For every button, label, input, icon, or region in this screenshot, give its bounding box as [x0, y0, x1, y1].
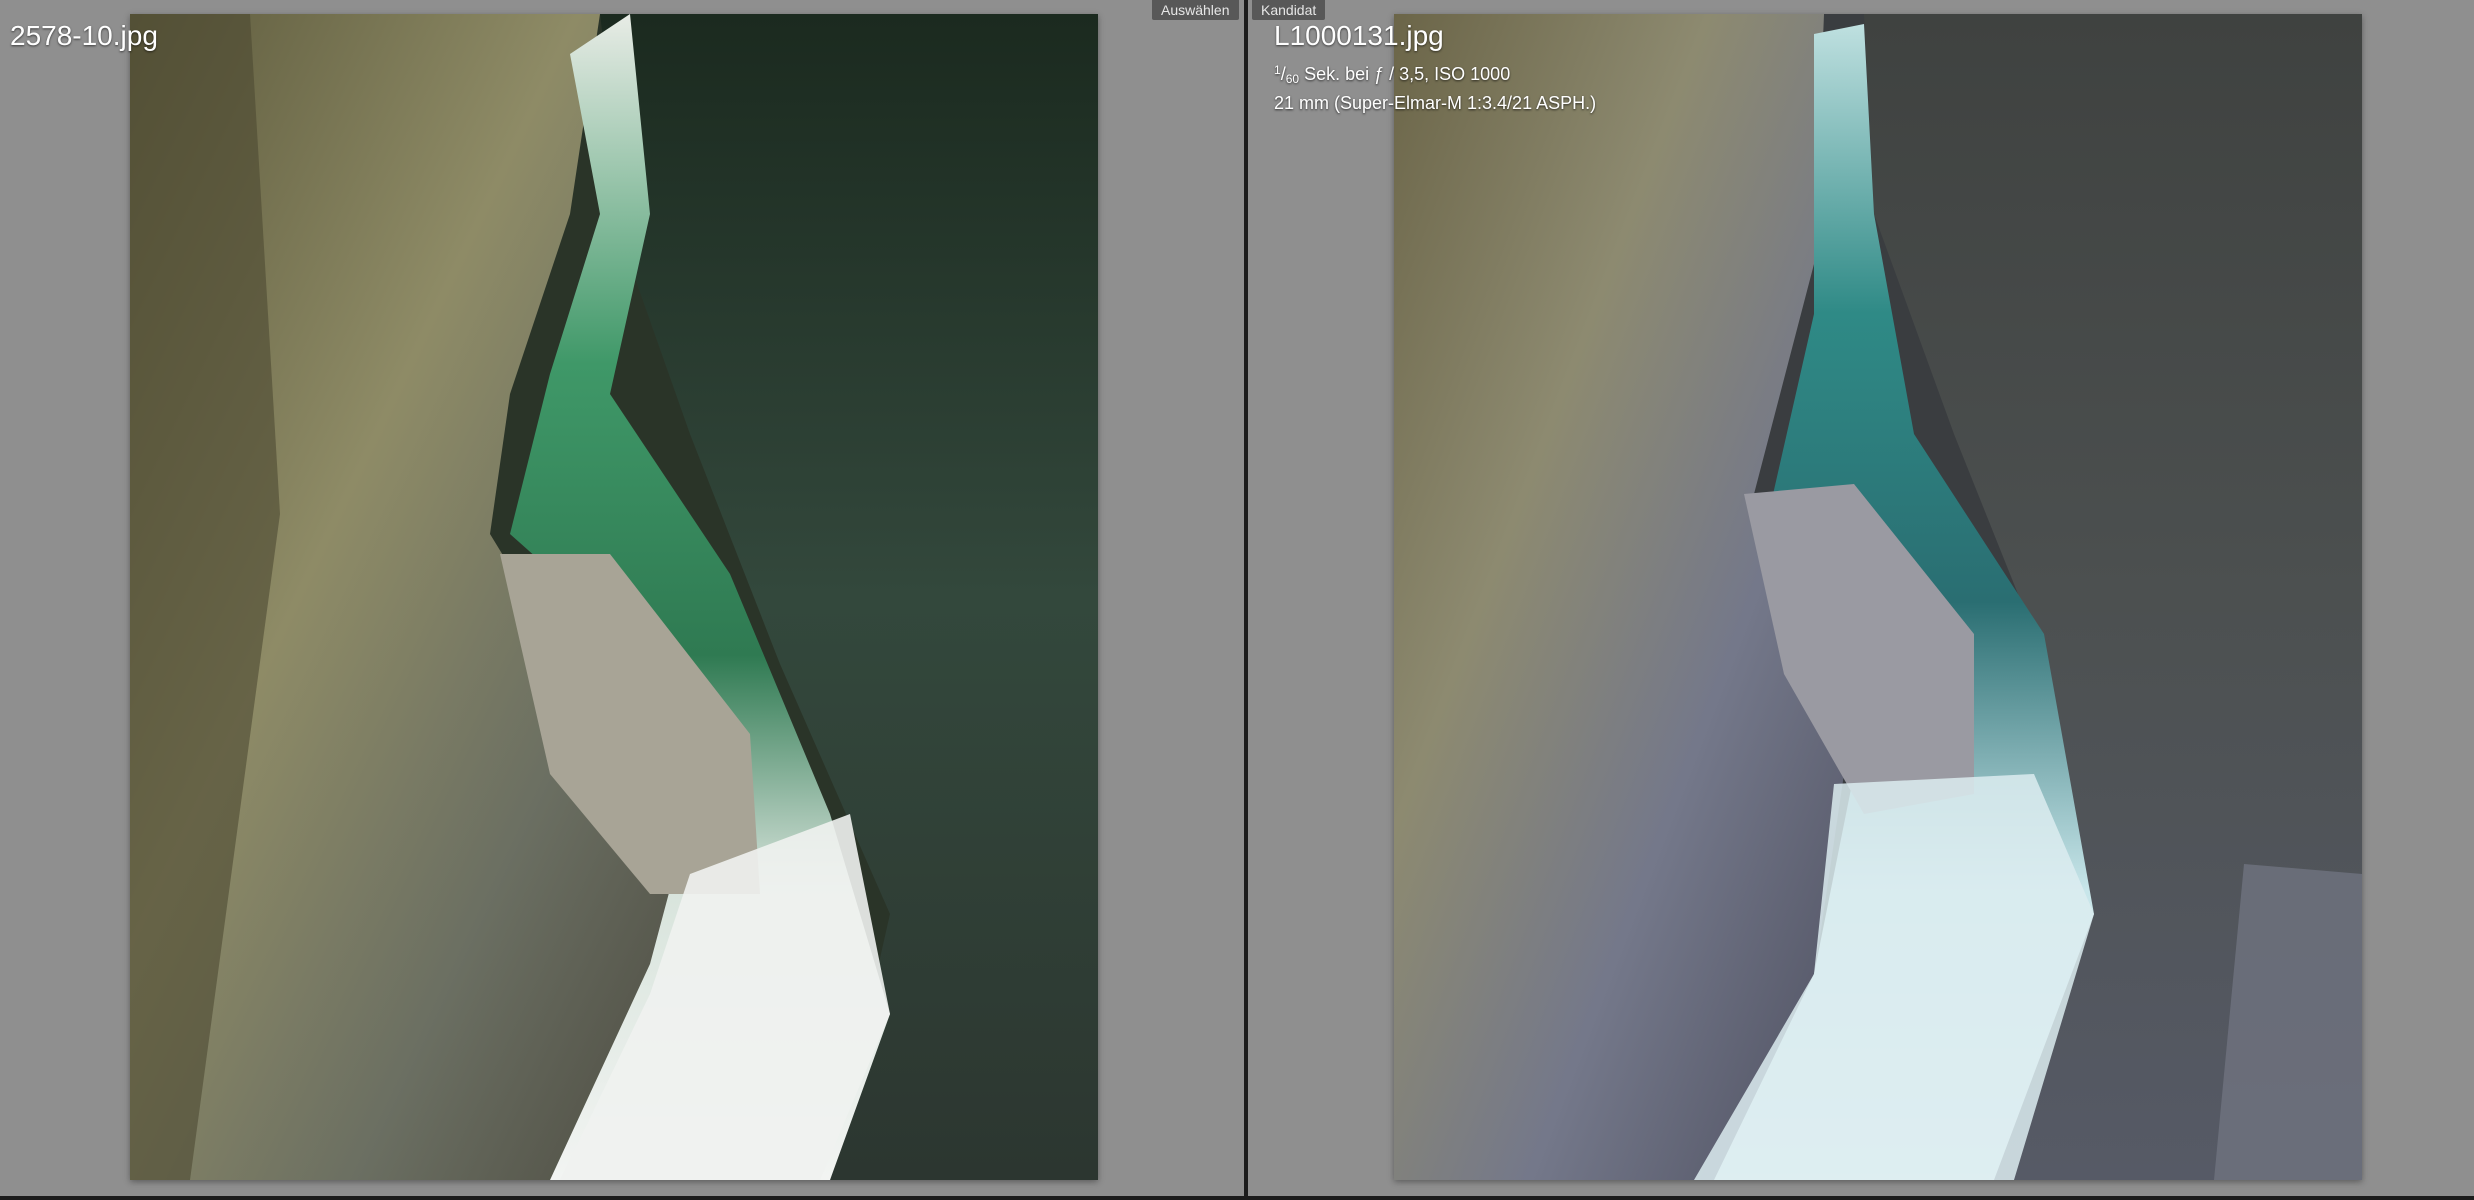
- select-photo[interactable]: [130, 14, 1098, 1180]
- lens-line: 21 mm (Super-Elmar-M 1:3.4/21 ASPH.): [1274, 93, 1597, 113]
- exposure-denominator: 60: [1285, 72, 1300, 86]
- candidate-metadata: 1/60 Sek. bei ƒ / 3,5, ISO 1000 21 mm (S…: [1274, 58, 1596, 115]
- select-tag: Auswählen: [1152, 0, 1239, 20]
- exposure-line: 1/60 Sek. bei ƒ / 3,5, ISO 1000: [1274, 63, 1511, 86]
- pane-divider[interactable]: [1244, 0, 1248, 1200]
- candidate-filename: L1000131.jpg: [1274, 20, 1444, 51]
- candidate-tag: Kandidat: [1252, 0, 1326, 20]
- select-photo-image: [130, 14, 1098, 1180]
- candidate-photo-image: [1394, 14, 2362, 1180]
- exposure-numerator: 1: [1274, 63, 1281, 77]
- exposure-text: Sek. bei ƒ / 3,5, ISO 1000: [1304, 64, 1511, 84]
- select-filename: 2578-10.jpg: [10, 20, 158, 51]
- bottom-border: [0, 1196, 2474, 1200]
- candidate-photo[interactable]: [1394, 14, 2362, 1180]
